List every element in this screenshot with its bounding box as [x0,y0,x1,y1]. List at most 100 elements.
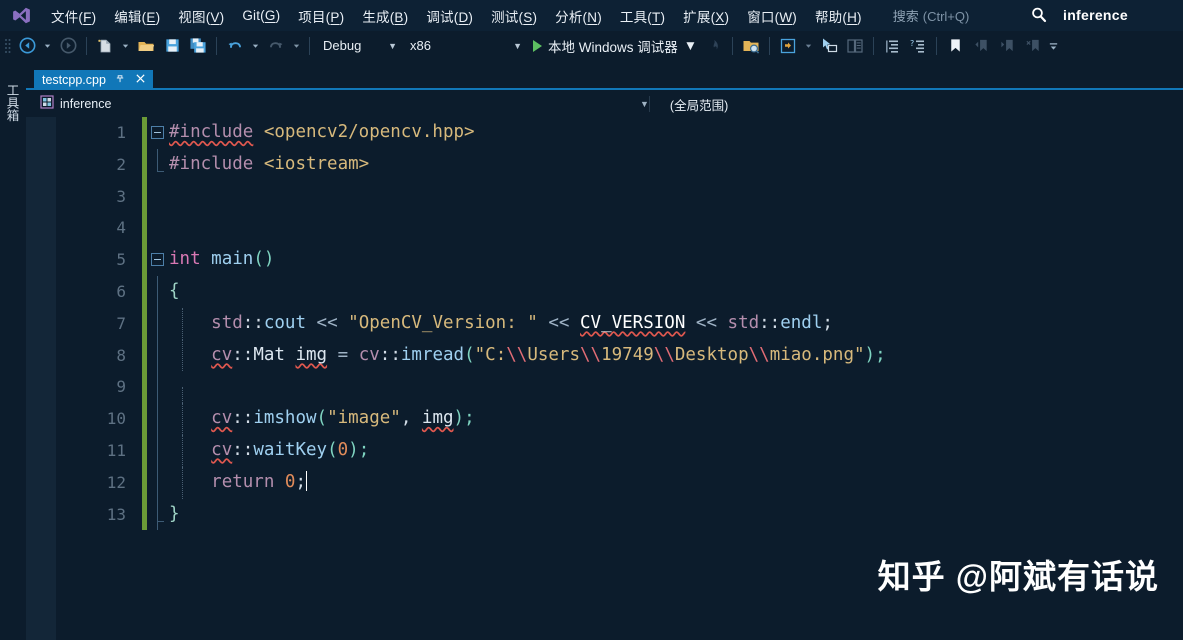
menu-item-analyze[interactable]: 分析(N) [546,2,611,30]
token-string: Users [527,344,581,365]
menu-item-git[interactable]: Git(G) [233,4,289,27]
start-debugging-button[interactable]: 本地 Windows 调试器 ▼ [527,35,701,57]
code-line[interactable]: 12 return 0; [56,466,1183,499]
navigate-back-dropdown-icon[interactable] [40,34,55,58]
code-line[interactable]: 7 std::cout << "OpenCV_Version: " << CV_… [56,307,1183,340]
menu-item-help[interactable]: 帮助(H) [806,2,871,30]
code-line[interactable]: 6 { [56,275,1183,308]
solution-configuration-dropdown[interactable]: Debug ▼ [315,35,402,56]
undo-icon[interactable] [222,34,248,58]
next-bookmark-icon[interactable] [994,34,1020,58]
token-keyword: return [211,471,275,492]
menu-item-window[interactable]: 窗口(W) [738,2,806,30]
code-line[interactable]: 11 cv::waitKey(0); [56,434,1183,467]
line-number: 5 [116,250,126,270]
project-dropdown[interactable]: inference [26,94,640,114]
fold-column[interactable] [147,244,169,276]
breakpoint-margin[interactable] [26,117,56,640]
redo-dropdown-icon[interactable] [289,34,304,58]
clear-bookmark-icon[interactable] [1020,34,1046,58]
toolbar-grip[interactable] [4,37,12,55]
cpp-project-icon [40,94,54,114]
fold-column[interactable] [147,117,169,149]
chevron-down-icon[interactable]: ▼ [684,38,697,53]
token-scope-op: :: [242,312,264,333]
token-parens: () [253,249,275,270]
token-tail: ); [348,439,370,460]
chevron-down-icon[interactable]: ▼ [640,99,649,109]
menu-item-test[interactable]: 测试(S) [482,2,546,30]
menu-item-view[interactable]: 视图(V) [169,2,233,30]
line-number: 9 [116,377,126,397]
token-brace: } [169,503,180,524]
document-tab-testcpp[interactable]: testcpp.cpp [34,70,153,89]
menu-item-extensions[interactable]: 扩展(X) [674,2,738,30]
indent-question-icon[interactable]: ? [905,34,931,58]
hot-reload-icon[interactable] [701,34,727,58]
token-scope-op: :: [232,344,254,365]
token-preprocessor: #include [169,153,254,174]
code-line[interactable]: 5 int main() [56,244,1183,276]
pin-icon[interactable] [115,71,126,89]
code-editor[interactable]: 1 #include <opencv2/opencv.hpp> 2 #inclu… [26,117,1183,640]
toolbox-tab[interactable]: 工具箱 [0,70,24,136]
toolbar-separator [769,36,771,55]
line-number: 1 [116,123,126,142]
document-tab-bar: testcpp.cpp [26,62,1183,90]
menu-item-debug[interactable]: 调试(D) [417,2,482,30]
fold-guide [157,307,158,340]
bookmark-icon[interactable] [942,34,968,58]
toolbar-separator [936,36,938,55]
token-string: 19749 [601,344,654,365]
fold-column [147,339,169,372]
live-share-dropdown-icon[interactable] [801,34,816,58]
open-folder-icon[interactable] [133,34,159,58]
code-line[interactable]: 4 [56,212,1183,245]
code-line[interactable]: 1 #include <opencv2/opencv.hpp> [56,117,1183,149]
menu-item-tools[interactable]: 工具(T) [611,2,674,30]
save-icon[interactable] [159,34,185,58]
live-share-icon[interactable] [775,34,801,58]
search-input[interactable]: 搜索 (Ctrl+Q) [893,6,970,25]
search-icon[interactable] [1030,6,1048,29]
collapse-toggle-icon[interactable] [151,126,164,139]
menu-item-edit[interactable]: 编辑(E) [105,2,169,30]
menu-item-project[interactable]: 项目(P) [289,2,353,30]
menu-item-build[interactable]: 生成(B) [353,2,417,30]
code-line[interactable]: 10 cv::imshow("image", img); [56,403,1183,435]
navigate-forward-icon[interactable] [55,34,81,58]
solution-explorer-search-icon[interactable] [738,34,764,58]
code-text: cv::waitKey(0); [169,434,1183,467]
previous-bookmark-icon[interactable] [968,34,994,58]
toolbar-overflow-icon[interactable] [1046,34,1061,58]
new-file-icon[interactable] [92,34,118,58]
token-header: <opencv2/opencv.hpp> [263,122,475,142]
save-all-icon[interactable] [185,34,211,58]
collapse-toggle-icon[interactable] [151,253,164,267]
menu-items: 文件(F) 编辑(E) 视图(V) Git(G) 项目(P) 生成(B) 调试(… [42,2,871,30]
line-number: 2 [116,154,126,174]
token-brace: { [169,280,180,301]
pointer-select-icon[interactable] [816,34,842,58]
new-file-dropdown-icon[interactable] [118,34,133,58]
scope-dropdown-label[interactable]: (全局范围) [650,95,728,114]
close-icon[interactable] [135,71,146,89]
line-number: 4 [116,218,126,238]
token-scope-op: :: [759,312,781,333]
indent-icon[interactable] [879,34,905,58]
code-line[interactable]: 3 [56,180,1183,213]
redo-icon[interactable] [263,34,289,58]
code-line[interactable]: 13 } [56,498,1183,531]
solution-platform-dropdown[interactable]: x86 ▼ [402,35,527,56]
compare-files-icon[interactable] [842,34,868,58]
line-number: 11 [106,440,126,460]
undo-dropdown-icon[interactable] [248,34,263,58]
document-tab-label: testcpp.cpp [42,72,106,87]
code-line[interactable]: 8 cv::Mat img = cv::imread("C:\\Users\\1… [56,339,1183,372]
navigate-back-icon[interactable] [14,34,40,58]
code-line[interactable]: 9 [56,371,1183,420]
fold-column [147,148,169,181]
fold-column [147,371,169,404]
code-line[interactable]: 2 #include <iostream> [56,148,1183,181]
menu-item-file[interactable]: 文件(F) [42,2,105,30]
